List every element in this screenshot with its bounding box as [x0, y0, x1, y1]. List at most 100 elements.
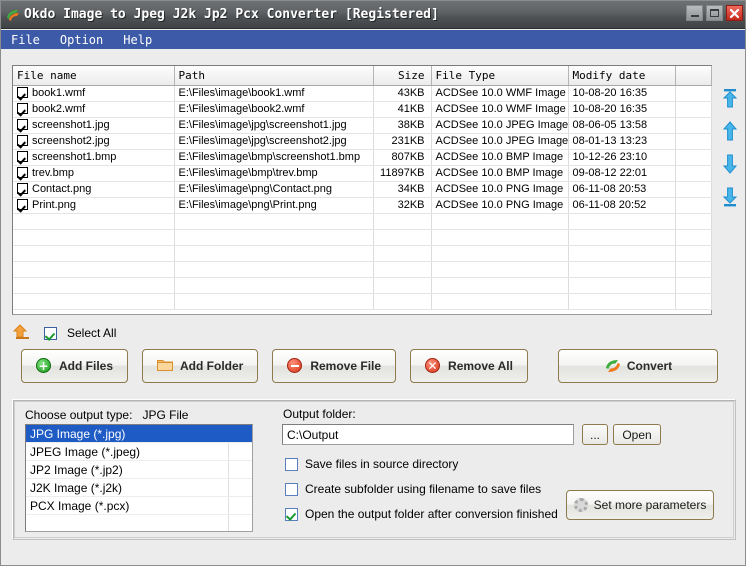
cell-empty [13, 245, 174, 261]
cell-modifydate: 08-01-13 13:23 [568, 133, 675, 149]
cell-empty [431, 245, 568, 261]
remove-file-label: Remove File [310, 359, 381, 373]
output-type-item[interactable]: JPEG Image (*.jpeg) [26, 443, 252, 461]
open-folder-button[interactable]: Open [613, 424, 661, 445]
row-checkbox[interactable] [17, 135, 28, 146]
move-up-icon[interactable] [719, 120, 741, 142]
cell-path: E:\Files\image\png\Print.png [174, 197, 373, 213]
output-type-listbox[interactable]: JPG Image (*.jpg)JPEG Image (*.jpeg)JP2 … [25, 424, 253, 532]
window-title: Okdo Image to Jpeg J2k Jp2 Pcx Converter… [24, 7, 439, 22]
row-checkbox[interactable] [17, 183, 28, 194]
column-header-blank[interactable] [675, 66, 711, 85]
menu-bar: File Option Help [1, 30, 746, 49]
table-row-empty[interactable] [13, 277, 711, 293]
table-row-empty[interactable] [13, 261, 711, 277]
cell-filename[interactable]: screenshot1.bmp [13, 149, 174, 165]
cell-modifydate: 06-11-08 20:52 [568, 197, 675, 213]
cell-size: 231KB [373, 133, 431, 149]
cell-filename[interactable]: book2.wmf [13, 101, 174, 117]
table-row[interactable]: book1.wmfE:\Files\image\book1.wmf43KBACD… [13, 85, 711, 101]
select-all-checkbox[interactable] [44, 327, 57, 340]
cell-filename[interactable]: book1.wmf [13, 85, 174, 101]
column-header-path[interactable]: Path [174, 66, 373, 85]
move-to-top-icon[interactable] [719, 87, 741, 109]
cell-filetype: ACDSee 10.0 BMP Image [431, 149, 568, 165]
cell-modifydate: 08-06-05 13:58 [568, 117, 675, 133]
cell-blank [675, 117, 711, 133]
output-folder-input[interactable] [282, 424, 574, 445]
row-checkbox[interactable] [17, 151, 28, 162]
cell-filename[interactable]: Print.png [13, 197, 174, 213]
minimize-button[interactable] [686, 5, 703, 21]
column-header-size[interactable]: Size [373, 66, 431, 85]
cell-filetype: ACDSee 10.0 JPEG Image [431, 133, 568, 149]
save-in-source-dir-checkbox[interactable] [285, 458, 298, 471]
filename-text: book2.wmf [32, 103, 85, 115]
table-row-empty[interactable] [13, 245, 711, 261]
column-header-modifydate[interactable]: Modify date [568, 66, 675, 85]
up-to-parent-icon[interactable] [12, 324, 34, 343]
table-row-empty[interactable] [13, 213, 711, 229]
cell-path: E:\Files\image\bmp\trev.bmp [174, 165, 373, 181]
filename-text: trev.bmp [32, 167, 74, 179]
remove-file-button[interactable]: Remove File [272, 349, 396, 383]
open-output-folder-option[interactable]: Open the output folder after conversion … [285, 507, 558, 521]
create-subfolder-checkbox[interactable] [285, 483, 298, 496]
add-folder-button[interactable]: Add Folder [142, 349, 258, 383]
cell-filetype: ACDSee 10.0 BMP Image [431, 165, 568, 181]
table-row-empty[interactable] [13, 293, 711, 309]
row-checkbox[interactable] [17, 103, 28, 114]
open-output-folder-checkbox[interactable] [285, 508, 298, 521]
cell-filename[interactable]: Contact.png [13, 181, 174, 197]
filename-text: screenshot1.jpg [32, 119, 110, 131]
output-type-item[interactable]: JPG Image (*.jpg) [26, 425, 252, 443]
move-down-icon[interactable] [719, 153, 741, 175]
add-files-button[interactable]: + Add Files [21, 349, 128, 383]
table-row[interactable]: Contact.pngE:\Files\image\png\Contact.pn… [13, 181, 711, 197]
row-checkbox[interactable] [17, 119, 28, 130]
cell-blank [675, 197, 711, 213]
row-checkbox[interactable] [17, 199, 28, 210]
table-body: book1.wmfE:\Files\image\book1.wmf43KBACD… [13, 85, 711, 309]
maximize-button[interactable] [706, 5, 723, 21]
cell-size: 32KB [373, 197, 431, 213]
table-row[interactable]: screenshot1.jpgE:\Files\image\jpg\screen… [13, 117, 711, 133]
column-header-filename[interactable]: File name [13, 66, 174, 85]
menu-option[interactable]: Option [58, 32, 111, 48]
output-type-item[interactable]: JP2 Image (*.jp2) [26, 461, 252, 479]
cell-filename[interactable]: screenshot2.jpg [13, 133, 174, 149]
close-button[interactable] [726, 5, 743, 21]
table-row[interactable]: book2.wmfE:\Files\image\book2.wmf41KBACD… [13, 101, 711, 117]
remove-all-button[interactable]: ✕ Remove All [410, 349, 528, 383]
table-row-empty[interactable] [13, 229, 711, 245]
save-in-source-dir-option[interactable]: Save files in source directory [285, 457, 458, 471]
output-type-item[interactable]: J2K Image (*.j2k) [26, 479, 252, 497]
output-type-item[interactable]: PCX Image (*.pcx) [26, 497, 252, 515]
cell-blank [675, 165, 711, 181]
table-row[interactable]: screenshot1.bmpE:\Files\image\bmp\screen… [13, 149, 711, 165]
row-checkbox[interactable] [17, 167, 28, 178]
cell-filename[interactable]: screenshot1.jpg [13, 117, 174, 133]
add-folder-label: Add Folder [180, 359, 243, 373]
file-list[interactable]: File name Path Size File Type Modify dat… [12, 65, 712, 315]
set-more-parameters-button[interactable]: Set more parameters [566, 490, 714, 520]
cell-empty [373, 277, 431, 293]
cell-blank [675, 181, 711, 197]
row-checkbox[interactable] [17, 87, 28, 98]
convert-button[interactable]: Convert [558, 349, 718, 383]
menu-help[interactable]: Help [121, 32, 160, 48]
cell-empty [174, 213, 373, 229]
move-to-bottom-icon[interactable] [719, 186, 741, 208]
column-header-filetype[interactable]: File Type [431, 66, 568, 85]
cell-empty [13, 277, 174, 293]
table-row[interactable]: Print.pngE:\Files\image\png\Print.png32K… [13, 197, 711, 213]
application-window: Okdo Image to Jpeg J2k Jp2 Pcx Converter… [0, 0, 746, 566]
create-subfolder-option[interactable]: Create subfolder using filename to save … [285, 482, 541, 496]
cell-filename[interactable]: trev.bmp [13, 165, 174, 181]
minus-circle-icon [287, 358, 303, 374]
cell-blank [675, 133, 711, 149]
menu-file[interactable]: File [9, 32, 48, 48]
table-row[interactable]: screenshot2.jpgE:\Files\image\jpg\screen… [13, 133, 711, 149]
table-row[interactable]: trev.bmpE:\Files\image\bmp\trev.bmp11897… [13, 165, 711, 181]
browse-folder-button[interactable]: ... [582, 424, 608, 445]
